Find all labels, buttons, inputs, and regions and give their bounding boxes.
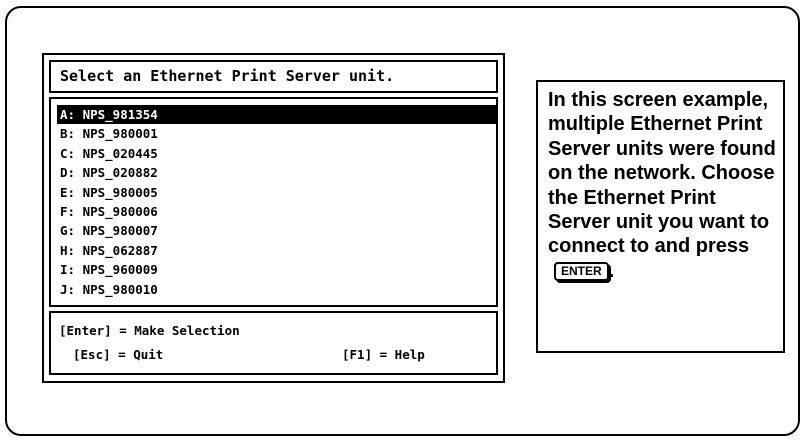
note-end: .	[608, 259, 615, 282]
dialog-title: Select an Ethernet Print Server unit.	[49, 60, 498, 93]
unit-item-b[interactable]: B: NPS_980001	[57, 124, 496, 143]
unit-item-g[interactable]: G: NPS_980007	[57, 221, 496, 240]
unit-item-h[interactable]: H: NPS_062887	[57, 241, 496, 260]
unit-item-j[interactable]: J: NPS_980010	[57, 280, 496, 299]
unit-item-e[interactable]: E: NPS_980005	[57, 183, 496, 202]
unit-item-a[interactable]: A: NPS_981354	[57, 105, 496, 125]
note-text: In this screen example, multiple Etherne…	[548, 89, 776, 258]
unit-list[interactable]: A: NPS_981354 B: NPS_980001 C: NPS_02044…	[49, 97, 498, 307]
unit-item-c[interactable]: C: NPS_020445	[57, 144, 496, 163]
key-hint-esc: [Esc] = Quit	[73, 347, 164, 362]
key-legend: [Enter] = Make Selection [Esc] = Quit [F…	[49, 311, 498, 375]
key-hint-help: [F1] = Help	[342, 347, 425, 362]
unit-item-i[interactable]: I: NPS_960009	[57, 260, 496, 279]
unit-item-d[interactable]: D: NPS_020882	[57, 163, 496, 182]
key-hint-enter: [Enter] = Make Selection	[59, 323, 240, 338]
enter-key-icon: ENTER	[554, 261, 609, 281]
unit-item-f[interactable]: F: NPS_980006	[57, 202, 496, 221]
selection-dialog: Select an Ethernet Print Server unit. A:…	[42, 53, 505, 383]
instruction-note: In this screen example, multiple Etherne…	[536, 80, 785, 353]
